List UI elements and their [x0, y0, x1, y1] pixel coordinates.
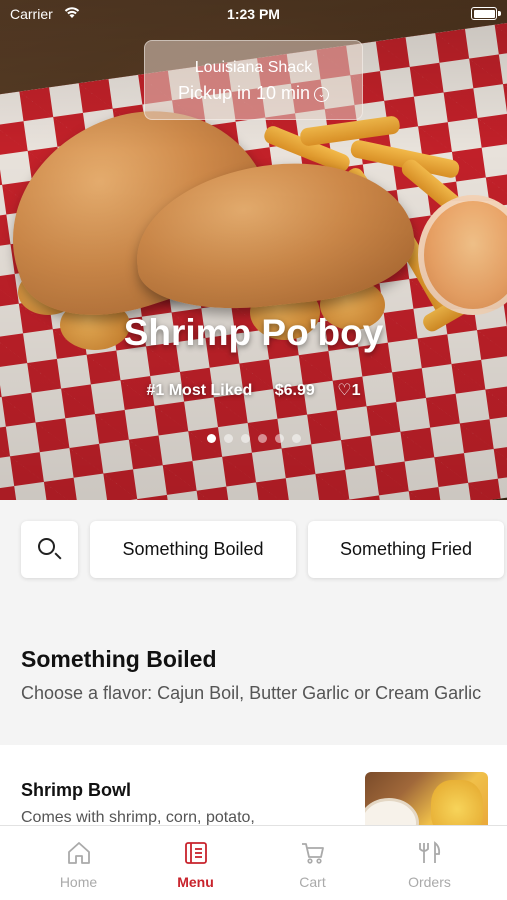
category-something-fried[interactable]: Something Fried — [308, 521, 504, 578]
section-description: Choose a flavor: Cajun Boil, Butter Garl… — [21, 683, 482, 703]
menu-item-name: Shrimp Bowl — [21, 780, 132, 800]
status-bar: Carrier 1:23 PM — [0, 0, 507, 28]
tab-label: Orders — [408, 874, 451, 890]
search-icon — [38, 538, 55, 555]
price-label: $6.99 — [274, 382, 315, 399]
menu-icon — [185, 842, 207, 864]
clock: 1:23 PM — [227, 6, 280, 22]
tab-label: Cart — [299, 874, 326, 890]
tab-label: Home — [59, 874, 98, 890]
pickup-eta: Pickup in 10 min — [177, 83, 311, 103]
rank-label: #1 Most Liked — [146, 382, 253, 399]
tab-cart[interactable]: Cart — [254, 826, 371, 900]
featured-item-title: Shrimp Po'boy — [123, 312, 384, 353]
cart-icon — [302, 843, 324, 864]
carousel-dot[interactable] — [291, 434, 301, 443]
chevron-down-icon: ⌄ — [314, 87, 330, 102]
tab-home[interactable]: Home — [20, 826, 137, 900]
tab-label: Menu — [177, 874, 214, 890]
likes-count: 1 — [351, 382, 361, 399]
search-button[interactable] — [21, 521, 78, 578]
tab-menu[interactable]: Menu — [137, 826, 254, 900]
featured-item-meta: #1 Most Liked $6.99 ♡1 — [0, 380, 507, 400]
heart-icon: ♡ — [337, 382, 352, 399]
carousel-dot[interactable] — [240, 434, 250, 443]
carousel-dots — [0, 430, 507, 448]
battery-icon — [471, 7, 497, 20]
store-name: Louisiana Shack — [194, 59, 313, 76]
pickup-selector[interactable]: Louisiana Shack Pickup in 10 min ⌄ — [144, 40, 363, 120]
menu-item-card[interactable]: Shrimp Bowl Comes with shrimp, corn, pot… — [0, 745, 507, 835]
carousel-dot[interactable] — [257, 434, 267, 443]
carousel-dot[interactable] — [223, 434, 233, 443]
orders-icon — [419, 841, 441, 863]
category-bar: Something Boiled Something Fried — [0, 500, 507, 600]
tab-orders[interactable]: Orders — [371, 826, 488, 900]
carousel-dot[interactable] — [206, 434, 216, 443]
category-something-boiled[interactable]: Something Boiled — [90, 521, 296, 578]
tab-bar: Home Menu Cart Orders — [0, 825, 507, 900]
section-title: Something Boiled — [21, 646, 217, 672]
carousel-dot[interactable] — [274, 434, 284, 443]
likes[interactable]: ♡1 — [337, 382, 360, 399]
home-icon — [68, 842, 90, 864]
